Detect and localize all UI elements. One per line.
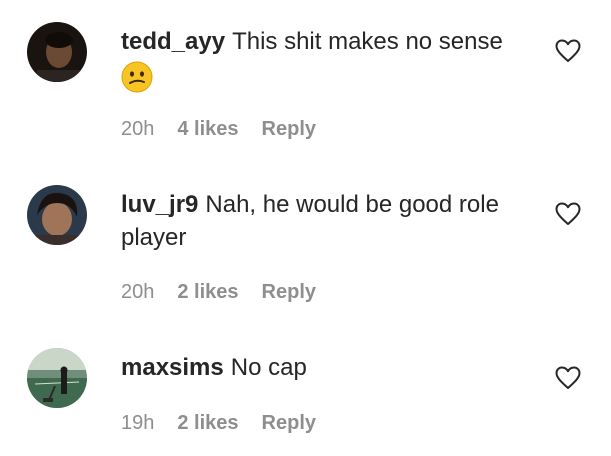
username-link[interactable]: maxsims: [121, 354, 224, 381]
reply-button[interactable]: Reply: [262, 281, 316, 304]
comment-meta: 19h 2 likes Reply: [121, 412, 316, 435]
likes-count[interactable]: 4 likes: [177, 118, 238, 141]
timestamp: 20h: [121, 281, 155, 303]
username-link[interactable]: luv_jr9: [121, 191, 198, 218]
comment-body: This shit makes no sense: [232, 28, 503, 55]
comment-text: maxsims No cap: [121, 351, 531, 384]
avatar[interactable]: [27, 348, 87, 408]
heart-outline-icon[interactable]: [555, 202, 581, 226]
timestamp: 20h: [121, 118, 155, 140]
comment-meta: 20h 4 likes Reply: [121, 118, 316, 141]
reply-button[interactable]: Reply: [262, 118, 316, 141]
timestamp: 19h: [121, 412, 155, 434]
avatar[interactable]: [27, 185, 87, 245]
comment-body: No cap: [230, 354, 307, 381]
confused-face-emoji: [121, 61, 153, 93]
reply-button[interactable]: Reply: [262, 412, 316, 435]
likes-count[interactable]: 2 likes: [177, 412, 238, 435]
comment-text: luv_jr9 Nah, he would be good role player: [121, 188, 531, 254]
heart-outline-icon[interactable]: [555, 39, 581, 63]
comment-meta: 20h 2 likes Reply: [121, 281, 316, 304]
avatar[interactable]: [27, 22, 87, 82]
likes-count[interactable]: 2 likes: [177, 281, 238, 304]
heart-outline-icon[interactable]: [555, 366, 581, 390]
username-link[interactable]: tedd_ayy: [121, 28, 225, 55]
comment-text: tedd_ayy This shit makes no sense: [121, 25, 531, 93]
